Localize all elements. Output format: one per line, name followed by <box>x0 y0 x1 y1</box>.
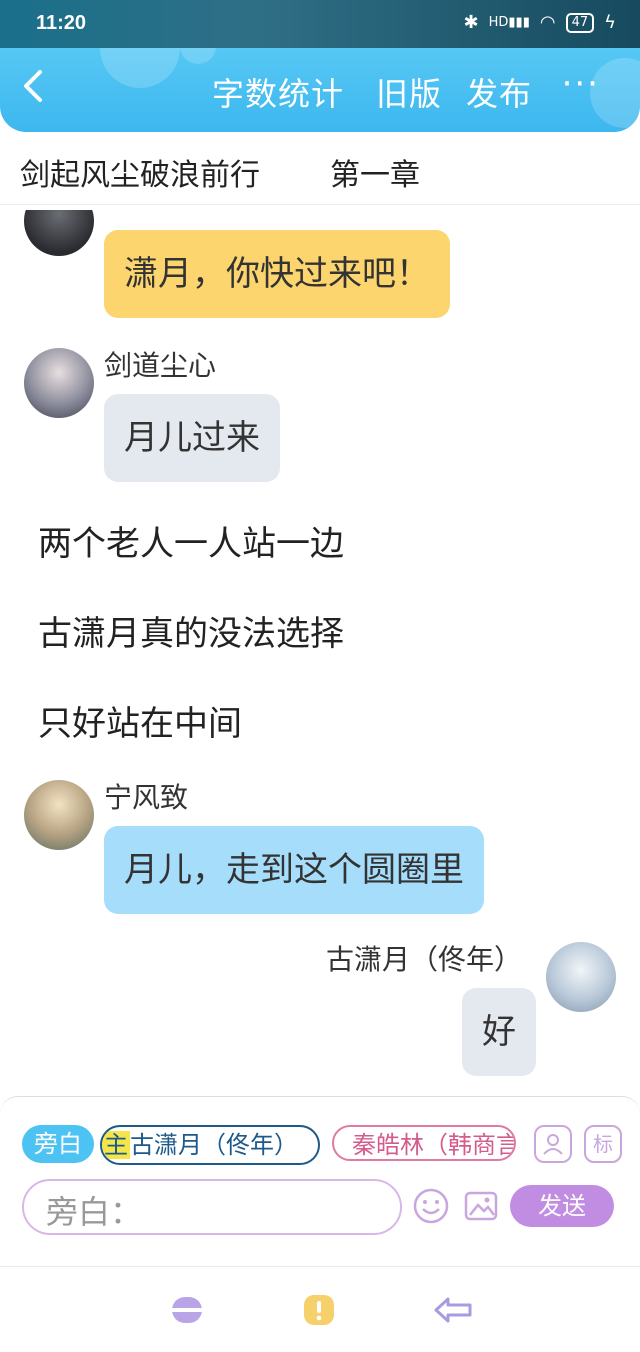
back-arrow-icon <box>24 70 42 102</box>
alert-icon <box>304 1295 334 1325</box>
narrator-chip[interactable]: 旁白 <box>22 1125 94 1163</box>
book-title: 剑起风尘破浪前行 <box>20 158 260 193</box>
sender-name: 宁风致 <box>104 781 189 814</box>
image-icon <box>464 1191 498 1221</box>
status-time: 11:20 <box>36 12 87 34</box>
role-name: 秦皓林（韩商言） <box>352 1131 514 1159</box>
message-text: 潇月，你快过来吧！ <box>124 254 430 294</box>
more-menu-button[interactable]: ··· <box>562 64 600 104</box>
message-text: 好 <box>482 1012 516 1052</box>
publish-button[interactable]: 发布 <box>466 74 532 114</box>
chapter-bar: 剑起风尘破浪前行 第一章 <box>0 140 640 205</box>
battery-icon: 47 <box>565 12 595 33</box>
status-bar: 11:20 ✱ HD▮▮▮ ◠ 47 ϟ <box>0 0 640 48</box>
input-placeholder: 旁白： <box>46 1193 143 1231</box>
old-version-button[interactable]: 旧版 <box>376 74 442 114</box>
image-button[interactable] <box>462 1187 500 1225</box>
message-bubble[interactable]: 好 <box>462 988 536 1076</box>
notice-nav-button[interactable] <box>302 1293 336 1327</box>
back-nav-button[interactable] <box>432 1293 474 1327</box>
narration-line[interactable]: 只好站在中间 <box>38 696 242 745</box>
smile-icon <box>413 1188 449 1224</box>
signal-hd-label: HD <box>488 15 509 30</box>
role-chip-main[interactable]: 主古潇月（佟年） <box>100 1125 320 1165</box>
system-nav-bar <box>0 1266 640 1352</box>
composer-panel: 旁白 主古潇月（佟年） 秦皓林（韩商言） 标 旁白： 发送 <box>0 1096 640 1237</box>
avatar[interactable] <box>24 210 94 256</box>
avatar[interactable] <box>24 780 94 850</box>
narration-line[interactable]: 古潇月真的没法选择 <box>38 606 344 655</box>
emoji-button[interactable] <box>412 1187 450 1225</box>
back-button[interactable] <box>20 66 44 115</box>
top-app-bar: 字数统计 旧版 发布 ··· <box>0 48 640 132</box>
chapter-name: 第一章 <box>330 158 420 193</box>
word-count-button[interactable]: 字数统计 <box>212 74 344 114</box>
mark-button[interactable]: 标 <box>584 1125 622 1163</box>
menu-nav-button[interactable] <box>170 1293 204 1327</box>
charging-icon: ϟ <box>604 12 616 33</box>
signal-icon: HD▮▮▮ <box>488 15 530 30</box>
character-manage-button[interactable] <box>534 1125 572 1163</box>
message-text: 月儿，走到这个圆圈里 <box>124 850 464 890</box>
sender-name: 古潇月（佟年） <box>326 943 523 976</box>
message-bubble[interactable]: 潇月，你快过来吧！ <box>104 230 450 318</box>
narration-line[interactable]: 两个老人一人站一边 <box>38 516 344 565</box>
message-input[interactable]: 旁白： <box>22 1179 402 1235</box>
chat-area[interactable]: 潇月，你快过来吧！ 剑道尘心 月儿过来 两个老人一人站一边 古潇月真的没法选择 … <box>0 210 640 1090</box>
avatar[interactable] <box>24 348 94 418</box>
bluetooth-icon: ✱ <box>463 12 479 33</box>
role-chip-other[interactable]: 秦皓林（韩商言） <box>332 1125 516 1161</box>
role-name: 古潇月（佟年） <box>130 1131 298 1159</box>
wifi-icon: ◠ <box>539 12 556 33</box>
menu-icon <box>172 1297 202 1323</box>
status-icons: ✱ HD▮▮▮ ◠ 47 ϟ <box>464 12 617 33</box>
message-bubble[interactable]: 月儿，走到这个圆圈里 <box>104 826 484 914</box>
message-text: 月儿过来 <box>124 418 260 458</box>
send-button[interactable]: 发送 <box>510 1185 614 1227</box>
sender-name: 剑道尘心 <box>104 349 217 382</box>
message-bubble[interactable]: 月儿过来 <box>104 394 280 482</box>
back-arrow-icon <box>434 1297 472 1323</box>
avatar[interactable] <box>546 942 616 1012</box>
main-role-tag: 主 <box>102 1131 130 1159</box>
person-icon <box>543 1134 563 1155</box>
